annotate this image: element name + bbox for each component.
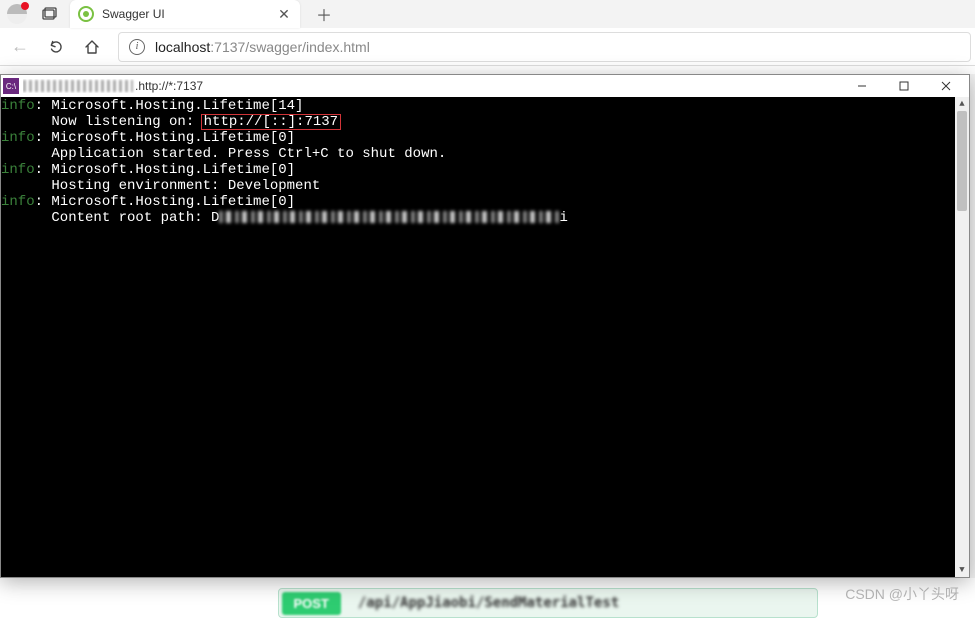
pixelated-path-icon xyxy=(23,80,133,92)
scroll-up-icon[interactable]: ▲ xyxy=(955,97,969,111)
watermark-text: CSDN @小丫头呀 xyxy=(845,584,959,604)
highlighted-url: http://[::]:7137 xyxy=(201,114,341,130)
console-line: info: Microsoft.Hosting.Lifetime[0] xyxy=(1,162,969,178)
redacted-path-icon xyxy=(219,211,559,223)
swagger-operation-row[interactable]: POST /api/AppJiaobi/SendMaterialTest xyxy=(278,588,818,618)
close-button[interactable] xyxy=(925,75,967,97)
log-text: : Microsoft.Hosting.Lifetime[0] xyxy=(35,162,295,178)
log-level-info: info xyxy=(1,130,35,146)
site-info-icon[interactable]: i xyxy=(129,39,145,55)
back-button[interactable]: ← xyxy=(4,31,36,63)
browser-toolbar: ← i localhost:7137/swagger/index.html xyxy=(0,28,975,66)
tab-overview-button[interactable] xyxy=(34,0,66,28)
console-line: Hosting environment: Development xyxy=(1,178,969,194)
address-bar[interactable]: i localhost:7137/swagger/index.html xyxy=(118,32,971,62)
browser-tab[interactable]: Swagger UI ✕ xyxy=(70,0,300,28)
console-line: Now listening on: http://[::]:7137 xyxy=(1,114,969,130)
console-line: info: Microsoft.Hosting.Lifetime[14] xyxy=(1,98,969,114)
url-text: localhost:7137/swagger/index.html xyxy=(155,39,370,55)
profile-button[interactable] xyxy=(0,0,34,28)
log-text: Application started. Press Ctrl+C to shu… xyxy=(1,146,446,162)
log-text: Hosting environment: Development xyxy=(1,178,320,194)
home-button[interactable] xyxy=(76,31,108,63)
console-window: C:\ .http://*:7137 info: Microsoft.Hosti… xyxy=(0,74,970,578)
swagger-operation-path: /api/AppJiaobi/SendMaterialTest xyxy=(358,595,619,611)
log-text: : Microsoft.Hosting.Lifetime[0] xyxy=(35,194,295,210)
avatar-icon xyxy=(7,4,27,24)
url-path: :7137/swagger/index.html xyxy=(210,39,370,55)
log-level-info: info xyxy=(1,162,35,178)
refresh-button[interactable] xyxy=(40,31,72,63)
console-output[interactable]: info: Microsoft.Hosting.Lifetime[14] Now… xyxy=(1,97,969,577)
log-text: Now listening on: xyxy=(1,114,203,130)
scrollbar-thumb[interactable] xyxy=(957,111,967,211)
console-title-suffix: .http://*:7137 xyxy=(135,79,203,93)
swagger-favicon-icon xyxy=(78,6,94,22)
console-titlebar[interactable]: C:\ .http://*:7137 xyxy=(1,75,969,97)
tab-title: Swagger UI xyxy=(102,7,268,21)
log-level-info: info xyxy=(1,194,35,210)
new-tab-button[interactable]: ＋ xyxy=(310,2,338,26)
scroll-down-icon[interactable]: ▼ xyxy=(955,563,969,577)
http-method-badge: POST xyxy=(282,592,341,615)
browser-tab-strip: Swagger UI ✕ ＋ xyxy=(0,0,975,28)
log-level-info: info xyxy=(1,98,35,114)
console-line: Content root path: Di xyxy=(1,210,969,226)
console-title: .http://*:7137 xyxy=(23,79,841,93)
minimize-button[interactable] xyxy=(841,75,883,97)
maximize-button[interactable] xyxy=(883,75,925,97)
swagger-page-content: POST /api/AppJiaobi/SendMaterialTest xyxy=(0,578,975,618)
content-spacer xyxy=(0,66,975,74)
console-line: Application started. Press Ctrl+C to shu… xyxy=(1,146,969,162)
log-text: : Microsoft.Hosting.Lifetime[14] xyxy=(35,98,304,114)
console-line: info: Microsoft.Hosting.Lifetime[0] xyxy=(1,194,969,210)
window-buttons xyxy=(841,75,967,97)
log-text: Content root path: D xyxy=(1,210,219,226)
console-line: info: Microsoft.Hosting.Lifetime[0] xyxy=(1,130,969,146)
tab-close-button[interactable]: ✕ xyxy=(276,6,292,22)
log-text: : Microsoft.Hosting.Lifetime[0] xyxy=(35,130,295,146)
vertical-scrollbar[interactable]: ▲ ▼ xyxy=(955,97,969,577)
console-icon: C:\ xyxy=(3,78,19,94)
url-host: localhost xyxy=(155,39,210,55)
